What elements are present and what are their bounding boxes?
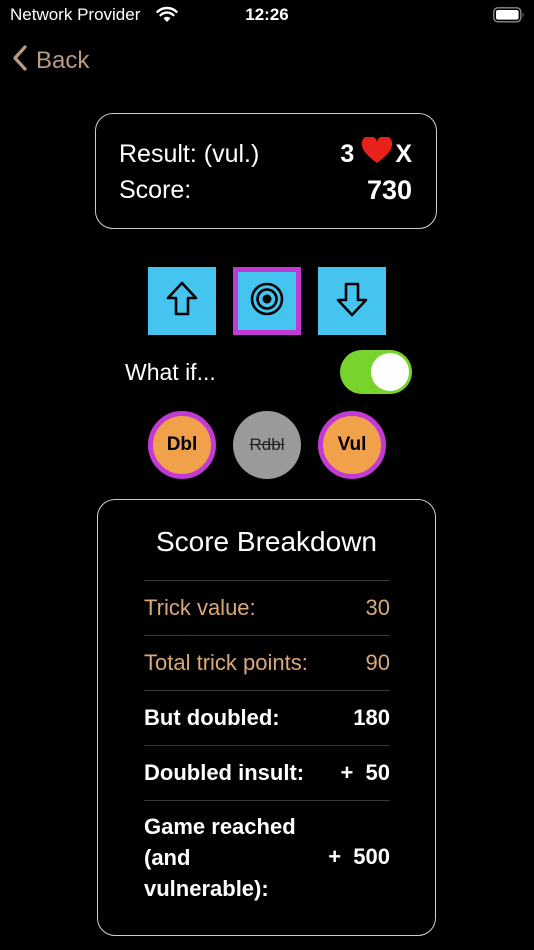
score-breakdown-card: Score Breakdown Trick value: 30 Total tr… [97,499,436,936]
redouble-label: Rdbl [249,435,285,454]
arrow-up-icon [166,281,198,322]
score-value: 730 [366,174,412,205]
breakdown-label: Doubled insult: [144,760,305,785]
result-label: Result: (vul.) [119,139,260,168]
breakdown-title: Score Breakdown [155,526,377,557]
increase-button[interactable] [148,267,216,335]
double-button[interactable]: Dbl [148,411,216,479]
breakdown-value: + 500 [328,844,390,869]
breakdown-value: 180 [353,705,390,730]
heart-icon [362,135,393,171]
breakdown-value: 30 [365,595,390,620]
status-time: 12:26 [245,5,289,24]
target-button[interactable] [233,267,301,335]
breakdown-label: Game reached (and vulnerable): [144,813,296,901]
breakdown-label: Trick value: [144,595,256,620]
decrease-button[interactable] [318,267,386,335]
whatif-label: What if... [125,359,216,385]
toggle-knob [371,353,409,391]
battery-icon [493,7,525,28]
back-button[interactable]: Back [12,44,89,78]
status-bar: Network Provider 12:26 [0,0,534,30]
whatif-toggle[interactable] [340,350,412,394]
score-label: Score: [119,175,192,204]
breakdown-row: Game reached (and vulnerable): + 500 [144,800,390,913]
contract: 3 X [340,135,412,171]
double-label: Dbl [166,434,198,455]
redouble-button[interactable]: Rdbl [233,411,301,479]
breakdown-list: Trick value: 30 Total trick points: 90 B… [144,580,390,913]
breakdown-value: 90 [365,650,390,675]
breakdown-row: But doubled: 180 [144,690,390,745]
breakdown-label: But doubled: [144,705,280,730]
adjust-buttons [0,267,534,335]
back-label: Back [36,47,90,74]
arrow-down-icon [336,281,368,322]
score-row: Score: 730 [119,172,412,208]
vulnerable-label: Vul [337,434,367,455]
breakdown-row: Trick value: 30 [144,580,390,635]
target-icon [249,281,285,322]
result-row: Result: (vul.) 3 X [119,135,412,172]
contract-level: 3 [340,139,355,168]
breakdown-label: Total trick points: [144,650,308,675]
breakdown-row: Doubled insult: + 50 [144,745,390,800]
vulnerable-button[interactable]: Vul [318,411,386,479]
chevron-left-icon [12,44,28,79]
breakdown-value: + 50 [340,760,390,785]
contract-doubled: X [395,139,412,168]
breakdown-row: Total trick points: 90 [144,635,390,690]
result-card: Result: (vul.) 3 X Score: 730 [95,113,437,229]
